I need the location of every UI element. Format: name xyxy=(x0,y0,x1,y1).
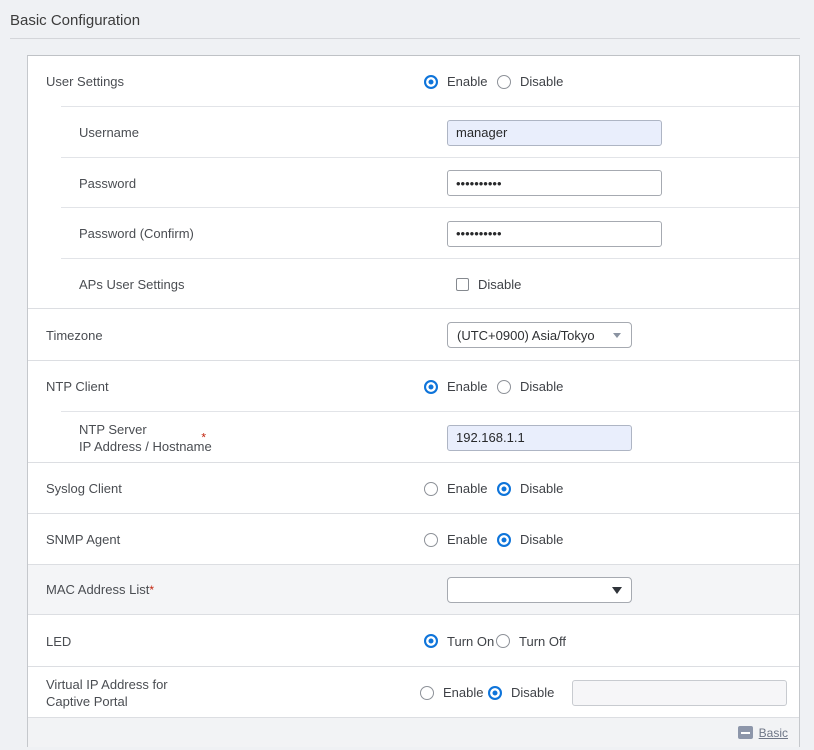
username-label: Username xyxy=(28,124,224,141)
radio-checked-icon[interactable] xyxy=(424,380,438,394)
radio-unchecked-icon[interactable] xyxy=(420,686,434,700)
radio-unchecked-icon[interactable] xyxy=(424,533,438,547)
syslog-disable-option[interactable]: Disable xyxy=(497,481,563,496)
row-ntp-client: NTP Client Enable Disable xyxy=(28,361,799,412)
ntp-server-label: NTP Server IP Address / Hostname * xyxy=(28,421,224,455)
ntp-disable-option[interactable]: Disable xyxy=(497,379,563,394)
timezone-dropdown[interactable]: (UTC+0900) Asia/Tokyo xyxy=(447,322,632,348)
user-settings-label: User Settings xyxy=(28,73,224,90)
radio-unchecked-icon[interactable] xyxy=(497,380,511,394)
radio-unchecked-icon[interactable] xyxy=(424,482,438,496)
basic-section-link[interactable]: Basic xyxy=(759,726,788,740)
page-title: Basic Configuration xyxy=(10,12,140,29)
radio-unchecked-icon[interactable] xyxy=(496,634,510,648)
radio-checked-icon[interactable] xyxy=(424,634,438,648)
password-label: Password xyxy=(28,175,224,192)
row-user-settings: User Settings Enable Disable xyxy=(28,56,799,107)
snmp-enable-option[interactable]: Enable xyxy=(424,532,497,547)
syslog-enable-option[interactable]: Enable xyxy=(424,481,497,496)
row-syslog-client: Syslog Client Enable Disable xyxy=(28,463,799,514)
led-label: LED xyxy=(28,633,224,650)
radio-checked-icon[interactable] xyxy=(497,533,511,547)
ntp-client-label: NTP Client xyxy=(28,378,224,395)
snmp-agent-label: SNMP Agent xyxy=(28,531,224,548)
user-settings-enable-option[interactable]: Enable xyxy=(424,74,497,89)
radio-checked-icon[interactable] xyxy=(497,482,511,496)
password-confirm-label: Password (Confirm) xyxy=(28,225,224,242)
checkbox-unchecked-icon[interactable] xyxy=(456,278,469,291)
snmp-disable-option[interactable]: Disable xyxy=(497,532,563,547)
aps-user-settings-label: APs User Settings xyxy=(28,276,224,293)
timezone-label: Timezone xyxy=(28,327,224,344)
chevron-down-icon xyxy=(613,333,621,338)
row-password: Password xyxy=(28,158,799,208)
virtual-ip-disable-option[interactable]: Disable xyxy=(488,685,554,700)
password-confirm-input[interactable] xyxy=(447,221,662,247)
radio-checked-icon[interactable] xyxy=(488,686,502,700)
row-password-confirm: Password (Confirm) xyxy=(28,208,799,259)
ntp-enable-option[interactable]: Enable xyxy=(424,379,497,394)
virtual-ip-label: Virtual IP Address for Captive Portal xyxy=(28,676,224,710)
mac-address-list-dropdown[interactable] xyxy=(447,577,632,603)
required-asterisk: * xyxy=(149,583,154,597)
row-timezone: Timezone (UTC+0900) Asia/Tokyo xyxy=(28,309,799,361)
panel-footer: Basic xyxy=(28,718,799,747)
radio-unchecked-icon[interactable] xyxy=(497,75,511,89)
title-divider xyxy=(10,38,800,39)
timezone-selected-value: (UTC+0900) Asia/Tokyo xyxy=(457,328,595,343)
row-mac-address-list: MAC Address List* xyxy=(28,565,799,615)
aps-disable-option[interactable]: Disable xyxy=(456,277,521,292)
username-input[interactable] xyxy=(447,120,662,146)
row-username: Username xyxy=(28,107,799,158)
password-input[interactable] xyxy=(447,170,662,196)
dropdown-arrow-icon xyxy=(612,587,622,594)
basic-configuration-panel: User Settings Enable Disable Username Pa… xyxy=(27,55,800,747)
led-turn-on-option[interactable]: Turn On xyxy=(424,634,496,649)
radio-checked-icon[interactable] xyxy=(424,75,438,89)
row-aps-user-settings: APs User Settings Disable xyxy=(28,259,799,309)
mac-address-list-label: MAC Address List* xyxy=(28,581,224,599)
row-ntp-server: NTP Server IP Address / Hostname * xyxy=(28,412,799,463)
collapse-minus-icon[interactable] xyxy=(738,726,753,739)
led-turn-off-option[interactable]: Turn Off xyxy=(496,634,566,649)
virtual-ip-enable-option[interactable]: Enable xyxy=(420,685,488,700)
user-settings-disable-option[interactable]: Disable xyxy=(497,74,563,89)
row-snmp-agent: SNMP Agent Enable Disable xyxy=(28,514,799,565)
syslog-client-label: Syslog Client xyxy=(28,480,224,497)
row-led: LED Turn On Turn Off xyxy=(28,615,799,667)
row-virtual-ip: Virtual IP Address for Captive Portal En… xyxy=(28,667,799,718)
required-asterisk: * xyxy=(201,429,206,446)
virtual-ip-input xyxy=(572,680,787,706)
ntp-server-input[interactable] xyxy=(447,425,632,451)
